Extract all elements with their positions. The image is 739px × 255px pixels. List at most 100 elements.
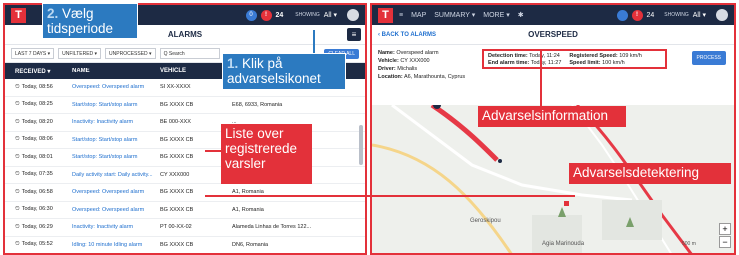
nav-more[interactable]: MORE ▾ bbox=[483, 11, 509, 19]
notification-badge[interactable]: 0 bbox=[245, 9, 257, 21]
clock-icon: ⏲ bbox=[15, 101, 20, 108]
alarm-name-link[interactable]: Start/stop: Start/stop alarm bbox=[69, 154, 157, 160]
alarm-name-link[interactable]: Start/stop: Start/stop alarm bbox=[69, 102, 157, 108]
received-cell: ⏲ Today, 06:30 bbox=[15, 206, 53, 213]
received-cell: ⏲ Today, 08:56 bbox=[15, 83, 53, 90]
filter-select[interactable]: UNFILTERED ▾ bbox=[58, 48, 102, 59]
showing-label: SHOWING bbox=[664, 12, 689, 18]
status-select[interactable]: UNPROCESSED ▾ bbox=[105, 48, 156, 59]
menu-icon[interactable]: ≡ bbox=[399, 12, 403, 19]
pointer-line bbox=[540, 50, 542, 106]
received-cell: ⏲ Today, 07:35 bbox=[15, 171, 53, 178]
alarm-name-link[interactable]: Overspeed: Overspeed alarm bbox=[69, 84, 157, 90]
alarm-icon[interactable]: ! bbox=[260, 9, 272, 21]
col-name[interactable]: NAME bbox=[69, 68, 157, 74]
col-vehicle[interactable]: VEHICLE bbox=[157, 68, 229, 74]
clock-icon: ⏲ bbox=[15, 188, 20, 195]
table-row[interactable]: ⏲ Today, 06:30 Overspeed: Overspeed alarm B… bbox=[5, 202, 365, 219]
end-alarm-time-label: End alarm time: bbox=[488, 60, 530, 66]
received-cell: ⏲ Today, 08:20 bbox=[15, 118, 53, 125]
showing-select[interactable]: All ▾ bbox=[324, 11, 337, 19]
zoom-out-button[interactable]: − bbox=[719, 236, 731, 248]
step-number: 1. bbox=[227, 56, 239, 71]
alarm-icon[interactable]: ! bbox=[631, 9, 643, 21]
vehicle-value: CY XXX000 bbox=[400, 58, 430, 64]
alarm-name-link[interactable]: Inactivity: Inactivity alarm bbox=[69, 119, 157, 125]
alarm-name-link[interactable]: Overspeed: Overspeed alarm bbox=[69, 207, 157, 213]
speed-limit-label: Speed limit: bbox=[569, 60, 601, 66]
avatar[interactable] bbox=[716, 9, 728, 21]
alarm-name-link[interactable]: Daily activity start: Daily activity... bbox=[69, 172, 157, 178]
callout-text: tidsperiode bbox=[47, 21, 114, 36]
detection-box: Detection time: Today, 11:24 End alarm t… bbox=[482, 49, 667, 69]
callout-alarm-list: Liste over registrerede varsler bbox=[221, 124, 312, 184]
vehicle-cell: BG XXXX CB bbox=[160, 154, 194, 161]
received-cell: ⏲ Today, 06:29 bbox=[15, 223, 53, 230]
driver-label: Driver: bbox=[378, 66, 396, 72]
location-cell: Alameda Linhas de Torres 122... bbox=[232, 224, 312, 231]
period-select[interactable]: LAST 7 DAYS ▾ bbox=[11, 48, 55, 59]
alarm-name-link[interactable]: Overspeed: Overspeed alarm bbox=[69, 189, 157, 195]
showing-select[interactable]: All ▾ bbox=[693, 11, 706, 19]
clock-icon: ⏲ bbox=[15, 153, 20, 160]
table-row[interactable]: ⏲ Today, 05:52 Idling: 10 minute Idling al… bbox=[5, 237, 365, 254]
avatar[interactable] bbox=[347, 9, 359, 21]
detail-header: ‹ BACK TO ALARMS OVERSPEED bbox=[372, 25, 734, 45]
table-row[interactable]: ⏲ Today, 06:58 Overspeed: Overspeed alarm B… bbox=[5, 184, 365, 202]
clock-icon: ⏲ bbox=[15, 206, 20, 213]
table-row[interactable]: ⏲ Today, 06:29 Inactivity: Inactivity alar… bbox=[5, 219, 365, 237]
name-value: Overspeed alarm bbox=[396, 50, 439, 56]
alarm-info-panel: Name: Overspeed alarm Vehicle: CY XXX000… bbox=[372, 45, 734, 105]
speed-limit-value: 100 km/h bbox=[602, 60, 625, 66]
vehicle-cell: SI XX-XXXX bbox=[160, 84, 191, 91]
registered-speed-value: 109 km/h bbox=[619, 53, 642, 59]
callout-alarm-info: Advarselsinformation bbox=[478, 106, 626, 127]
location-label: Location: bbox=[378, 74, 403, 80]
received-cell: ⏲ Today, 08:25 bbox=[15, 101, 53, 108]
callout-alarm-detection: Advarselsdetektering bbox=[569, 163, 731, 184]
alarm-count: 24 bbox=[275, 11, 284, 19]
zoom-in-button[interactable]: + bbox=[719, 223, 731, 235]
map-marker bbox=[564, 201, 569, 206]
clock-icon: ⏲ bbox=[15, 223, 20, 230]
menu-icon[interactable]: ≡ bbox=[347, 28, 361, 41]
vehicle-cell: PT 00-XX-02 bbox=[160, 224, 192, 231]
callout-click-alarm: 1. Klik på advarselsikonet bbox=[222, 53, 346, 90]
clock-icon: ⏲ bbox=[15, 241, 20, 248]
callout-text: advarselsikonet bbox=[227, 71, 321, 86]
step-number: 2. bbox=[47, 6, 59, 21]
alarm-name-link[interactable]: Start/stop: Start/stop alarm bbox=[69, 137, 157, 143]
alarm-count: 24 bbox=[646, 11, 655, 19]
search-input[interactable]: Q Search bbox=[159, 48, 220, 59]
process-button[interactable]: PROCESS bbox=[691, 51, 726, 65]
scale-label: 500 m bbox=[682, 241, 696, 247]
nav-map[interactable]: MAP bbox=[411, 12, 426, 19]
received-cell: ⏲ Today, 06:58 bbox=[15, 188, 53, 195]
location-value: A6, Marathounta, Cyprus bbox=[403, 74, 466, 80]
end-alarm-time-value: Today, 11:27 bbox=[530, 60, 562, 66]
alarm-name-link[interactable]: Inactivity: Inactivity alarm bbox=[69, 224, 157, 230]
registered-speed-label: Registered Speed: bbox=[569, 53, 618, 59]
callout-text: Advarselsdetektering bbox=[573, 165, 700, 180]
app-logo[interactable]: T bbox=[378, 7, 393, 23]
alarm-name-link[interactable]: Idling: 10 minute Idling alarm bbox=[69, 242, 157, 248]
detection-time-value: Today, 11:24 bbox=[529, 53, 560, 59]
alarm-detail-screen: T ≡ MAP SUMMARY ▾ MORE ▾ ✱ ! 24 SHOWING … bbox=[370, 3, 736, 255]
driver-value: Michalis bbox=[397, 66, 418, 72]
vehicle-cell: BE 000-XXX bbox=[160, 119, 191, 126]
table-row[interactable]: ⏲ Today, 08:25 Start/stop: Start/stop alar… bbox=[5, 97, 365, 114]
vehicle-cell: BG XXXX CB bbox=[160, 136, 194, 143]
settings-icon[interactable]: ✱ bbox=[518, 11, 524, 19]
scrollbar[interactable] bbox=[359, 125, 363, 165]
location-cell: E68, 6933, Romania bbox=[232, 101, 283, 108]
vehicle-label: Vehicle: bbox=[378, 58, 399, 64]
vehicle-cell: BG XXXX CB bbox=[160, 206, 194, 213]
clock-icon: ⏲ bbox=[15, 83, 20, 90]
notification-badge[interactable] bbox=[616, 9, 628, 21]
col-received[interactable]: RECEIVED ▾ bbox=[5, 68, 69, 75]
nav-summary[interactable]: SUMMARY ▾ bbox=[434, 11, 475, 19]
page-title: OVERSPEED bbox=[528, 30, 578, 39]
map-urban-area bbox=[532, 215, 582, 253]
app-logo[interactable]: T bbox=[11, 7, 26, 23]
location-cell: A1, Romania bbox=[232, 206, 264, 213]
